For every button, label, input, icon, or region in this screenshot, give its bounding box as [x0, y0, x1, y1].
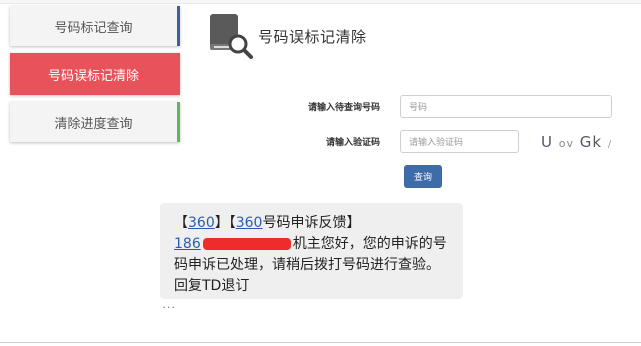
- page-title: 号码误标记清除: [258, 28, 367, 46]
- sms-header-text: 号码申诉反馈】: [262, 215, 361, 231]
- sidebar: 号码标记查询 号码误标记清除 清除进度查询: [10, 6, 182, 149]
- query-button[interactable]: 查询: [404, 165, 442, 188]
- bottom-divider: [0, 342, 641, 343]
- sms-bracket: 【: [174, 215, 188, 231]
- sidebar-item-label: 清除进度查询: [54, 115, 133, 131]
- sms-phone-number[interactable]: 186: [174, 236, 201, 252]
- captcha-placeholder: 请输入验证码: [409, 137, 464, 147]
- captcha-image[interactable]: U ov Gk /: [541, 133, 612, 151]
- sidebar-item-progress-query[interactable]: 清除进度查询: [10, 102, 180, 142]
- sms-link-360[interactable]: 360: [188, 215, 215, 231]
- captcha-char: ov: [558, 136, 575, 150]
- query-button-label: 查询: [413, 172, 432, 182]
- sms-bracket: 】【: [214, 215, 236, 231]
- captcha-label: 请输入验证码: [325, 137, 380, 147]
- redaction-mark: [202, 238, 291, 250]
- phone-input[interactable]: 号码: [400, 95, 612, 118]
- phone-label: 请输入待查询号码: [307, 102, 380, 112]
- top-divider: [0, 0, 641, 4]
- captcha-input[interactable]: 请输入验证码: [400, 130, 519, 153]
- sidebar-item-mark-clear[interactable]: 号码误标记清除: [10, 53, 180, 95]
- captcha-char: /: [607, 138, 613, 150]
- sidebar-item-mark-query[interactable]: 号码标记查询: [10, 6, 180, 46]
- sidebar-item-label: 号码标记查询: [54, 19, 133, 35]
- sms-link-360[interactable]: 360: [236, 215, 263, 231]
- captcha-char: U: [541, 132, 553, 151]
- captcha-char: Gk: [579, 132, 603, 151]
- sms-message: 【360】【360号码申诉反馈】 186 机主您好，您的申诉的号码申诉已处理，请稍…: [160, 203, 463, 299]
- phone-row: 请输入待查询号码 号码: [290, 95, 612, 118]
- sidebar-item-label: 号码误标记清除: [47, 67, 139, 83]
- phone-placeholder: 号码: [409, 102, 428, 112]
- book-search-icon: [210, 14, 253, 59]
- captcha-row: 请输入验证码 请输入验证码 U ov Gk /: [290, 130, 612, 153]
- page-header: 号码误标记清除: [208, 12, 367, 60]
- sms-cut-fragment: ．．．: [162, 304, 181, 310]
